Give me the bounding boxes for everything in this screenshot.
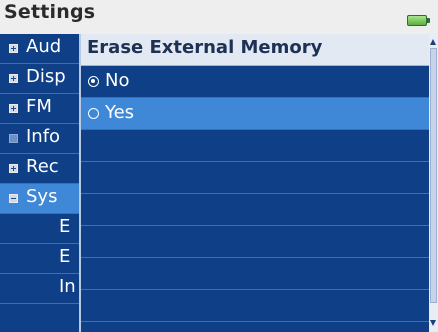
empty-row — [81, 162, 429, 194]
page-title: Settings — [4, 1, 96, 23]
option-label: No — [105, 70, 130, 91]
list-item-label: Disp — [26, 66, 66, 87]
option-no[interactable]: No — [81, 66, 429, 98]
minus-square-icon — [9, 194, 18, 203]
plus-square-icon — [9, 164, 18, 173]
empty-row — [81, 258, 429, 290]
list-item-label: Info — [26, 126, 61, 147]
screen: Settings Aud Disp FM Info Rec Sys E E In… — [0, 0, 438, 332]
empty-row — [81, 226, 429, 258]
empty-row — [81, 194, 429, 226]
list-item-label: Aud — [26, 36, 62, 57]
list-item-label: E — [59, 246, 71, 267]
list-item-label: E — [59, 216, 71, 237]
scroll-down-arrow-icon[interactable] — [430, 320, 436, 326]
dialog-title: Erase External Memory — [87, 37, 323, 58]
square-icon — [9, 134, 18, 143]
battery-icon — [407, 15, 430, 26]
scroll-up-arrow-icon[interactable] — [430, 39, 436, 45]
erase-memory-dialog: Erase External Memory No Yes — [79, 34, 429, 332]
plus-square-icon — [9, 44, 18, 53]
empty-row — [81, 290, 429, 322]
empty-row — [81, 130, 429, 162]
list-item-label: FM — [26, 96, 52, 117]
scrollbar-thumb[interactable] — [430, 48, 437, 303]
plus-square-icon — [9, 74, 18, 83]
scrollbar[interactable] — [429, 34, 438, 332]
list-item-label: In — [59, 276, 76, 297]
header-bar: Settings — [0, 0, 438, 34]
radio-unchecked-icon — [88, 108, 99, 119]
list-item-label: Rec — [26, 156, 59, 177]
dialog-header: Erase External Memory — [81, 34, 429, 66]
option-label: Yes — [105, 102, 135, 123]
radio-checked-icon — [88, 76, 99, 87]
plus-square-icon — [9, 104, 18, 113]
list-item-label: Sys — [26, 186, 58, 207]
option-yes[interactable]: Yes — [81, 98, 429, 130]
